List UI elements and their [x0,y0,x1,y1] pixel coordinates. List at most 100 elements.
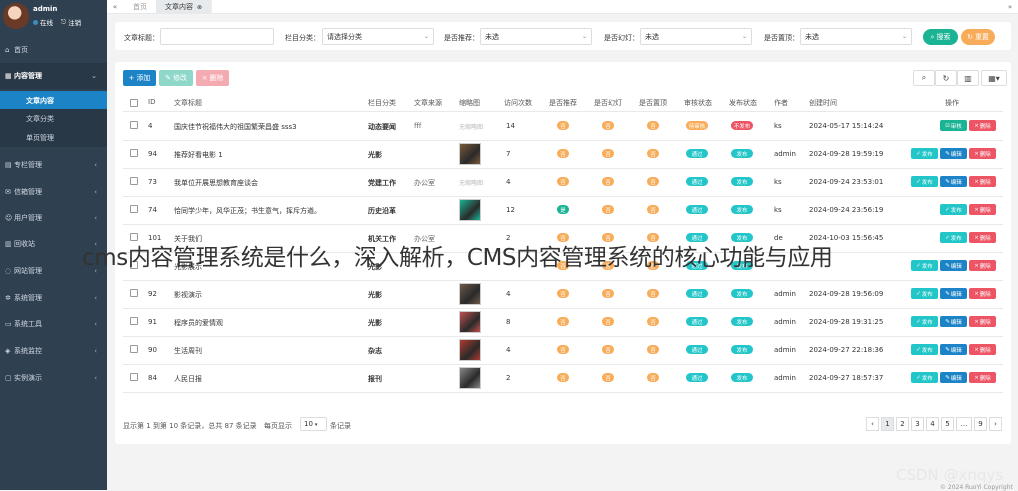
table-columns-icon[interactable]: ▥ [957,70,979,86]
edit-row-button[interactable]: ✎ 编辑 [940,288,967,299]
row-checkbox[interactable] [130,345,138,353]
slide-badge[interactable]: 否 [602,373,614,382]
cell-title[interactable]: 我单位开展思想教育座谈会 [174,178,258,188]
page-next-button[interactable]: › [989,417,1002,431]
page-button[interactable]: 5 [941,417,954,431]
slide-badge[interactable]: 否 [602,317,614,326]
column-header[interactable]: 文章标题 [174,98,202,108]
slide-badge[interactable]: 否 [602,205,614,214]
column-filter-select[interactable]: 请选择分类 ⌄ [322,28,434,45]
delete-row-button[interactable]: × 删除 [969,344,996,355]
delete-row-button[interactable]: × 删除 [969,204,996,215]
publish-button[interactable]: ✓ 发布 [911,316,938,327]
recommend-badge[interactable]: 否 [557,373,569,382]
column-header[interactable]: 栏目分类 [368,98,396,108]
slide-badge[interactable]: 否 [602,149,614,158]
thumbnail-image[interactable] [459,143,481,165]
tab-scroll-right-icon[interactable]: » [1002,0,1018,14]
slide-badge[interactable]: 否 [602,289,614,298]
reset-button[interactable]: ↻ 重置 [961,29,995,45]
row-checkbox[interactable] [130,317,138,325]
delete-row-button[interactable]: × 删除 [969,288,996,299]
edit-row-button[interactable]: ✎ 编辑 [940,260,967,271]
column-header[interactable]: 访问次数 [504,98,532,108]
thumbnail-image[interactable] [459,283,481,305]
audit-button[interactable]: ⊡ 审核 [940,120,967,131]
tab-close-icon[interactable]: ⊗ [197,4,202,11]
publish-button[interactable]: ✓ 发布 [911,260,938,271]
page-button[interactable]: ... [956,417,972,431]
sidebar-item[interactable]: ✉ 信箱管理 ‹ [0,179,107,205]
thumbnail-image[interactable] [459,367,481,389]
recommend-badge[interactable]: 否 [557,121,569,130]
edit-button[interactable]: ✎ 修改 [159,70,193,86]
sidebar-subitem[interactable]: 文章内容 [0,91,107,110]
top-badge[interactable]: 否 [647,289,659,298]
recommend-badge[interactable]: 否 [557,149,569,158]
table-refresh-icon[interactable]: ↻ [935,70,957,86]
recommend-badge[interactable]: 是 [557,205,569,214]
column-header[interactable]: 审核状态 [684,98,712,108]
row-checkbox[interactable] [130,149,138,157]
top-badge[interactable]: 否 [647,121,659,130]
recommend-badge[interactable]: 否 [557,177,569,186]
edit-row-button[interactable]: ✎ 编辑 [940,176,967,187]
delete-row-button[interactable]: × 删除 [969,148,996,159]
column-header[interactable]: 缩略图 [459,98,480,108]
delete-row-button[interactable]: × 删除 [969,120,996,131]
column-header[interactable]: 发布状态 [729,98,757,108]
sidebar-item[interactable]: ✲ 系统管理 ‹ [0,285,107,311]
sidebar-item[interactable]: ▦ 内容管理 ⌄ [0,63,107,89]
recommend-badge[interactable]: 否 [557,345,569,354]
top-badge[interactable]: 否 [647,205,659,214]
tab-item[interactable]: 首页 [124,0,157,14]
publish-button[interactable]: ✓ 发布 [911,148,938,159]
row-checkbox[interactable] [130,205,138,213]
cell-title[interactable]: 程序员的爱情观 [174,318,223,328]
top-badge[interactable]: 否 [647,177,659,186]
top-filter-select[interactable]: 未选 ⌄ [800,28,912,45]
row-checkbox[interactable] [130,121,138,129]
sidebar-item[interactable]: ▤ 专栏管理 ‹ [0,152,107,178]
sidebar-item[interactable]: ☺ 用户管理 ‹ [0,205,107,231]
column-header[interactable]: 是否置顶 [639,98,667,108]
slide-badge[interactable]: 否 [602,345,614,354]
cell-title[interactable]: 恰同学少年，风华正茂；书生意气，挥斥方遒。 [174,206,321,216]
sidebar-item[interactable]: ▭ 系统工具 ‹ [0,311,107,337]
avatar[interactable] [3,3,29,29]
thumbnail-image[interactable] [459,199,481,221]
search-button[interactable]: ⌕ 搜索 [923,29,958,45]
column-header[interactable]: 操作 [945,98,959,108]
add-button[interactable]: + 添加 [123,70,156,86]
cell-title[interactable]: 国庆佳节祝福伟大的祖国繁荣昌盛 sss3 [174,122,297,132]
top-badge[interactable]: 否 [647,317,659,326]
top-badge[interactable]: 否 [647,149,659,158]
title-filter-input[interactable] [160,28,274,45]
slide-filter-select[interactable]: 未选 ⌄ [640,28,752,45]
select-all-checkbox[interactable] [130,99,138,107]
recommend-badge[interactable]: 否 [557,289,569,298]
edit-row-button[interactable]: ✎ 编辑 [940,372,967,383]
logout-icon[interactable]: ⎋ [61,18,66,27]
thumbnail-image[interactable] [459,339,481,361]
column-header[interactable]: 文章来源 [414,98,442,108]
top-badge[interactable]: 否 [647,345,659,354]
delete-row-button[interactable]: × 删除 [969,232,996,243]
slide-badge[interactable]: 否 [602,177,614,186]
delete-row-button[interactable]: × 删除 [969,260,996,271]
cell-title[interactable]: 人民日报 [174,374,202,384]
delete-row-button[interactable]: × 删除 [969,316,996,327]
column-header[interactable]: 创建时间 [809,98,837,108]
delete-row-button[interactable]: × 删除 [969,176,996,187]
publish-button[interactable]: ✓ 发布 [911,372,938,383]
table-search-toggle-icon[interactable]: ⌕ [913,70,935,86]
page-prev-button[interactable]: ‹ [866,417,879,431]
column-header[interactable]: 作者 [774,98,788,108]
publish-button[interactable]: ✓ 发布 [911,288,938,299]
delete-row-button[interactable]: × 删除 [969,372,996,383]
edit-row-button[interactable]: ✎ 编辑 [940,148,967,159]
sidebar-item[interactable]: ◈ 系统监控 ‹ [0,338,107,364]
cell-title[interactable]: 影视演示 [174,290,202,300]
page-button[interactable]: 9 [974,417,987,431]
publish-button[interactable]: ✓ 发布 [940,204,967,215]
